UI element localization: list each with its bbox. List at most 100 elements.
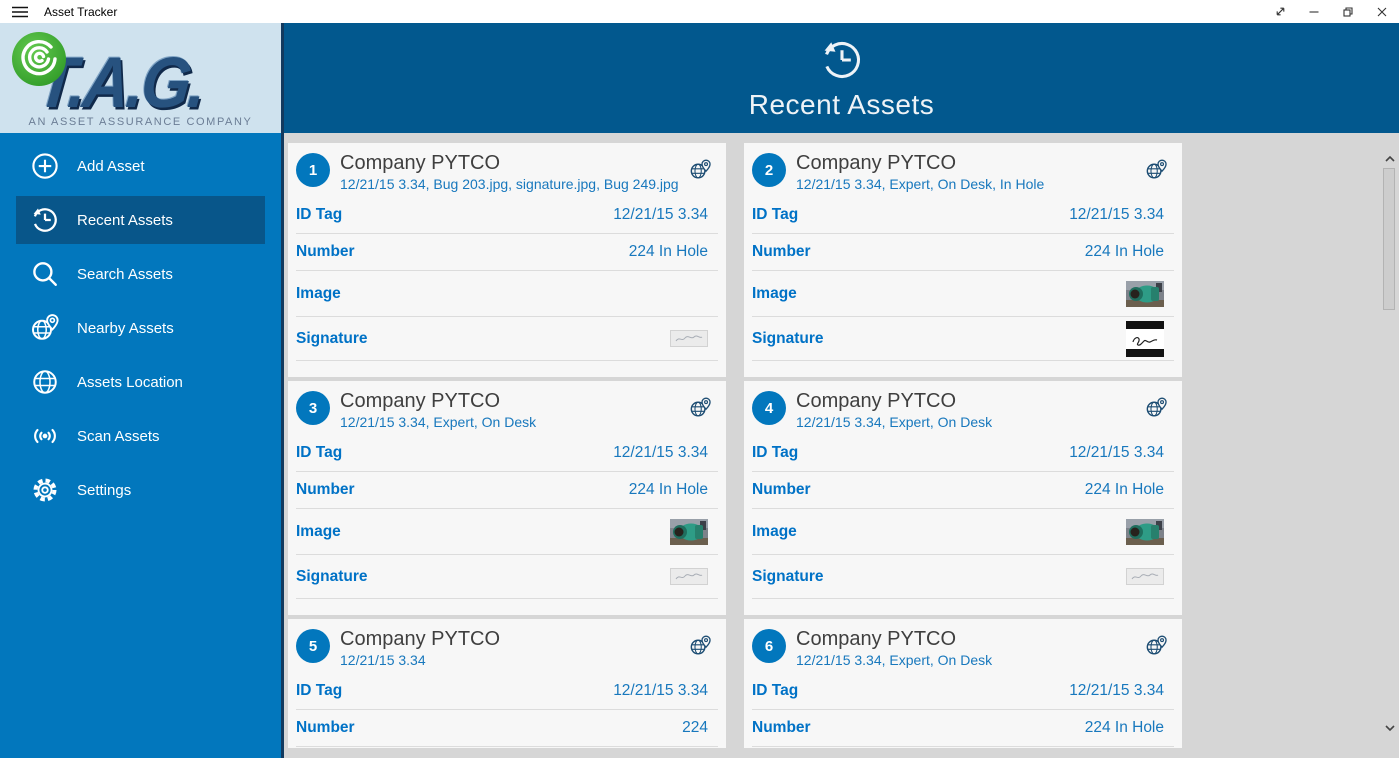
card-header-text: Company PYTCO 12/21/15 3.34, Expert, On … [796, 389, 1028, 431]
content-area: 1 Company PYTCO 12/21/15 3.34, Bug 203.j… [284, 133, 1399, 758]
card-fields: ID Tag12/21/15 3.34Number224ImageSignatu… [296, 673, 718, 748]
card-header: 1 Company PYTCO 12/21/15 3.34, Bug 203.j… [288, 151, 726, 197]
field-label: ID Tag [752, 682, 799, 699]
sidebar-item-nearby-assets[interactable]: Nearby Assets [16, 304, 265, 352]
field-row: Signature [752, 555, 1174, 599]
field-row: Number 224 In Hole [296, 234, 718, 271]
history-icon [33, 208, 57, 232]
sidebar-item-label: Scan Assets [77, 427, 160, 445]
card-number-badge: 1 [296, 153, 330, 187]
field-row: Number 224 In Hole [752, 710, 1174, 747]
field-label: Image [296, 284, 341, 302]
scrollbar-thumb[interactable] [1383, 168, 1395, 310]
hamburger-menu-button[interactable] [0, 0, 40, 23]
card-title: Company PYTCO [796, 628, 957, 650]
sidebar-item-scan-assets[interactable]: Scan Assets [16, 412, 265, 460]
field-label: ID Tag [296, 206, 343, 223]
field-row: ID Tag 12/21/15 3.34 [296, 435, 718, 472]
card-title: Company PYTCO [796, 390, 957, 412]
sidebar-item-assets-location[interactable]: Assets Location [16, 358, 265, 406]
asset-card[interactable]: 4 Company PYTCO 12/21/15 3.34, Expert, O… [744, 381, 1182, 615]
sidebar-item-label: Add Asset [77, 157, 145, 175]
card-header-text: Company PYTCO 12/21/15 3.34, Expert, On … [796, 151, 1080, 193]
image-thumbnail [1126, 518, 1164, 545]
expand-button[interactable] [1263, 0, 1297, 23]
field-label: Image [752, 522, 797, 540]
card-header: 4 Company PYTCO 12/21/15 3.34, Expert, O… [744, 389, 1182, 435]
card-number-badge: 6 [752, 629, 786, 663]
asset-card[interactable]: 3 Company PYTCO 12/21/15 3.34, Expert, O… [288, 381, 726, 615]
globe-pin-icon [690, 635, 711, 655]
card-subtitle: 12/21/15 3.34, Expert, On Desk [796, 414, 993, 430]
globe-pin-icon [1146, 159, 1167, 179]
card-fields: ID Tag 12/21/15 3.34 Number 224 In Hole Imag… [296, 197, 718, 361]
restore-icon [1343, 6, 1353, 17]
scrollbar-up-button[interactable] [1383, 152, 1397, 166]
titlebar: Asset Tracker [0, 0, 1399, 23]
field-row: ID Tag 12/21/15 3.34 [752, 435, 1174, 472]
field-label: Number [752, 243, 811, 260]
close-button[interactable] [1365, 0, 1399, 23]
sidebar-item-label: Nearby Assets [77, 319, 174, 337]
minimize-icon [1309, 10, 1319, 13]
field-row: ID Tag 12/21/15 3.34 [752, 673, 1174, 710]
field-value: 224 In Hole [628, 243, 708, 260]
card-number-badge: 5 [296, 629, 330, 663]
restore-button[interactable] [1331, 0, 1365, 23]
sidebar-item-search-assets[interactable]: Search Assets [16, 250, 265, 298]
globe-pin-icon [690, 159, 711, 179]
field-row: Number 224 In Hole [752, 472, 1174, 509]
field-row: Image [296, 747, 718, 748]
field-value: 224 In Hole [1084, 719, 1164, 736]
globe-pin-icon [690, 397, 711, 417]
field-row: Image [752, 509, 1174, 555]
sidebar: T.A.G. AN ASSET ASSURANCE COMPANY Add As… [0, 23, 281, 758]
field-row: Number 224 [296, 710, 718, 747]
asset-card[interactable]: 1 Company PYTCO 12/21/15 3.34, Bug 203.j… [288, 143, 726, 377]
field-row: Image [296, 509, 718, 555]
field-value: 12/21/15 3.34 [613, 206, 708, 223]
gear-icon [33, 478, 57, 502]
asset-card[interactable]: 5 Company PYTCO 12/21/15 3.34 ID Tag 12/2… [288, 619, 726, 748]
field-label: ID Tag [752, 444, 799, 461]
asset-card[interactable]: 6 Company PYTCO 12/21/15 3.34, Expert, O… [744, 619, 1182, 748]
scrollbar-down-button[interactable] [1383, 721, 1397, 735]
plus-circle-icon [32, 153, 58, 179]
field-value: 12/21/15 3.34 [1069, 444, 1164, 461]
field-row: ID Tag 12/21/15 3.34 [296, 673, 718, 710]
card-title: Company PYTCO [340, 390, 501, 412]
signature-thumbnail [670, 330, 708, 347]
card-subtitle: 12/21/15 3.34, Expert, On Desk, In Hole [796, 176, 1045, 192]
field-label: Image [752, 284, 797, 302]
field-label: Signature [296, 567, 368, 585]
sidebar-item-settings[interactable]: Settings [16, 466, 265, 514]
minimize-button[interactable] [1297, 0, 1331, 23]
image-thumbnail [1126, 280, 1164, 307]
field-label: Signature [752, 329, 824, 347]
image-thumbnail [670, 518, 708, 545]
search-icon [33, 262, 57, 286]
page-header: Recent Assets [284, 23, 1399, 133]
sidebar-item-add-asset[interactable]: Add Asset [16, 142, 265, 190]
field-label: Signature [296, 329, 368, 347]
card-header: 5 Company PYTCO 12/21/15 3.34 [288, 627, 726, 673]
card-subtitle: 12/21/15 3.34 [340, 652, 426, 668]
field-row: Signature [752, 317, 1174, 361]
globe-pin-icon [1146, 397, 1167, 417]
field-value: 224 In Hole [628, 481, 708, 498]
card-fields: ID Tag 12/21/15 3.34 Number 224 In Hole Imag… [296, 435, 718, 599]
globe-pin-icon [1146, 635, 1167, 655]
window-controls [1263, 0, 1399, 23]
signature-thumbnail [1126, 568, 1164, 585]
page-title: Recent Assets [748, 89, 935, 120]
card-title: Company PYTCO [796, 152, 957, 174]
card-header: 6 Company PYTCO 12/21/15 3.34, Expert, O… [744, 627, 1182, 673]
field-value: 224 [682, 719, 708, 736]
asset-card[interactable]: 2 Company PYTCO 12/21/15 3.34, Expert, O… [744, 143, 1182, 377]
sidebar-item-label: Settings [77, 481, 132, 499]
sidebar-item-recent-assets[interactable]: Recent Assets [16, 196, 265, 244]
hamburger-icon [12, 6, 28, 17]
field-row: Signature [296, 555, 718, 599]
card-subtitle: 12/21/15 3.34, Expert, On Desk [796, 652, 993, 668]
cards-grid: 1 Company PYTCO 12/21/15 3.34, Bug 203.j… [284, 133, 1384, 748]
